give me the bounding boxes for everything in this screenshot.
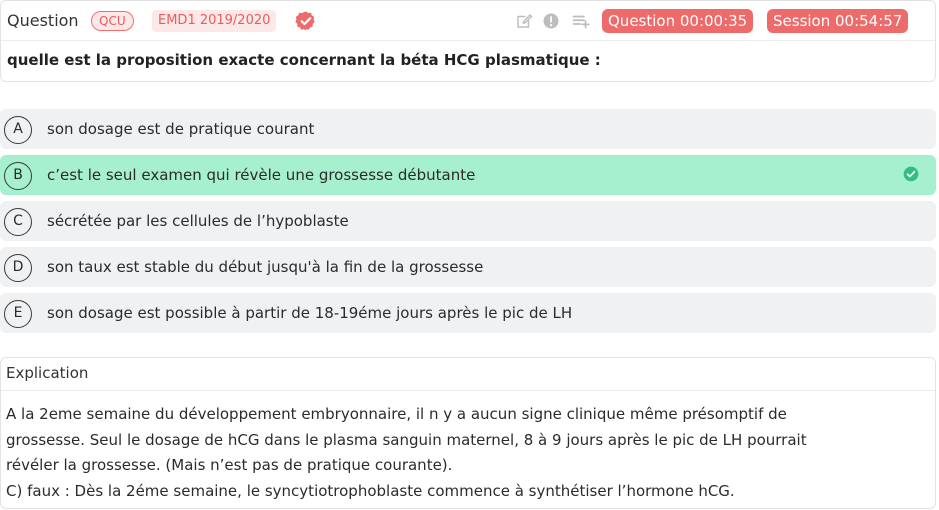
option-a[interactable]: A son dosage est de pratique courant bbox=[0, 109, 936, 149]
option-c[interactable]: C sécrétée par les cellules de l’hypobla… bbox=[0, 201, 936, 241]
check-circle-icon bbox=[903, 166, 919, 182]
explanation-line: grossesse. Seul le dosage de hCG dans le… bbox=[6, 430, 807, 449]
explanation-card: Explication A la 2eme semaine du dévelop… bbox=[0, 357, 936, 509]
option-letter: C bbox=[4, 208, 32, 236]
explanation-line: C) faux : Dès la 2éme semaine, le syncyt… bbox=[6, 481, 735, 500]
divider bbox=[1, 390, 935, 391]
exam-tag[interactable]: EMD1 2019/2020 bbox=[152, 10, 277, 32]
explanation-body: A la 2eme semaine du développement embry… bbox=[6, 402, 926, 504]
option-text: sécrétée par les cellules de l’hypoblast… bbox=[47, 212, 349, 230]
option-text: c’est le seul examen qui révèle une gros… bbox=[47, 166, 476, 184]
question-card: Question QCU EMD1 2019/2020 Question 00:… bbox=[0, 0, 936, 82]
explanation-line: A la 2eme semaine du développement embry… bbox=[6, 405, 787, 423]
question-header: Question QCU EMD1 2019/2020 Question 00:… bbox=[1, 1, 935, 41]
option-text: son dosage est possible à partir de 18-1… bbox=[47, 304, 573, 322]
option-b[interactable]: B c’est le seul examen qui révèle une gr… bbox=[0, 155, 936, 195]
option-d[interactable]: D son taux est stable du début jusqu'à l… bbox=[0, 247, 936, 287]
alert-circle-icon[interactable] bbox=[542, 12, 560, 30]
explanation-line: révéler la grossesse. (Mais n’est pas de… bbox=[6, 456, 453, 474]
question-text: quelle est la proposition exacte concern… bbox=[7, 51, 601, 69]
session-timer: Session 00:54:57 bbox=[767, 9, 909, 33]
edit-note-icon[interactable] bbox=[515, 12, 533, 30]
playlist-add-icon[interactable] bbox=[570, 12, 592, 30]
question-label: Question bbox=[7, 11, 79, 30]
option-letter: B bbox=[4, 162, 32, 190]
option-text: son dosage est de pratique courant bbox=[47, 120, 315, 138]
explanation-title: Explication bbox=[6, 364, 89, 382]
option-letter: E bbox=[4, 300, 32, 328]
option-letter: A bbox=[4, 116, 32, 144]
question-type-badge: QCU bbox=[91, 11, 134, 31]
question-timer: Question 00:00:35 bbox=[602, 9, 754, 33]
verified-badge-icon bbox=[295, 11, 315, 31]
option-letter: D bbox=[4, 254, 32, 282]
option-text: son taux est stable du début jusqu'à la … bbox=[47, 258, 484, 276]
option-e[interactable]: E son dosage est possible à partir de 18… bbox=[0, 293, 936, 333]
